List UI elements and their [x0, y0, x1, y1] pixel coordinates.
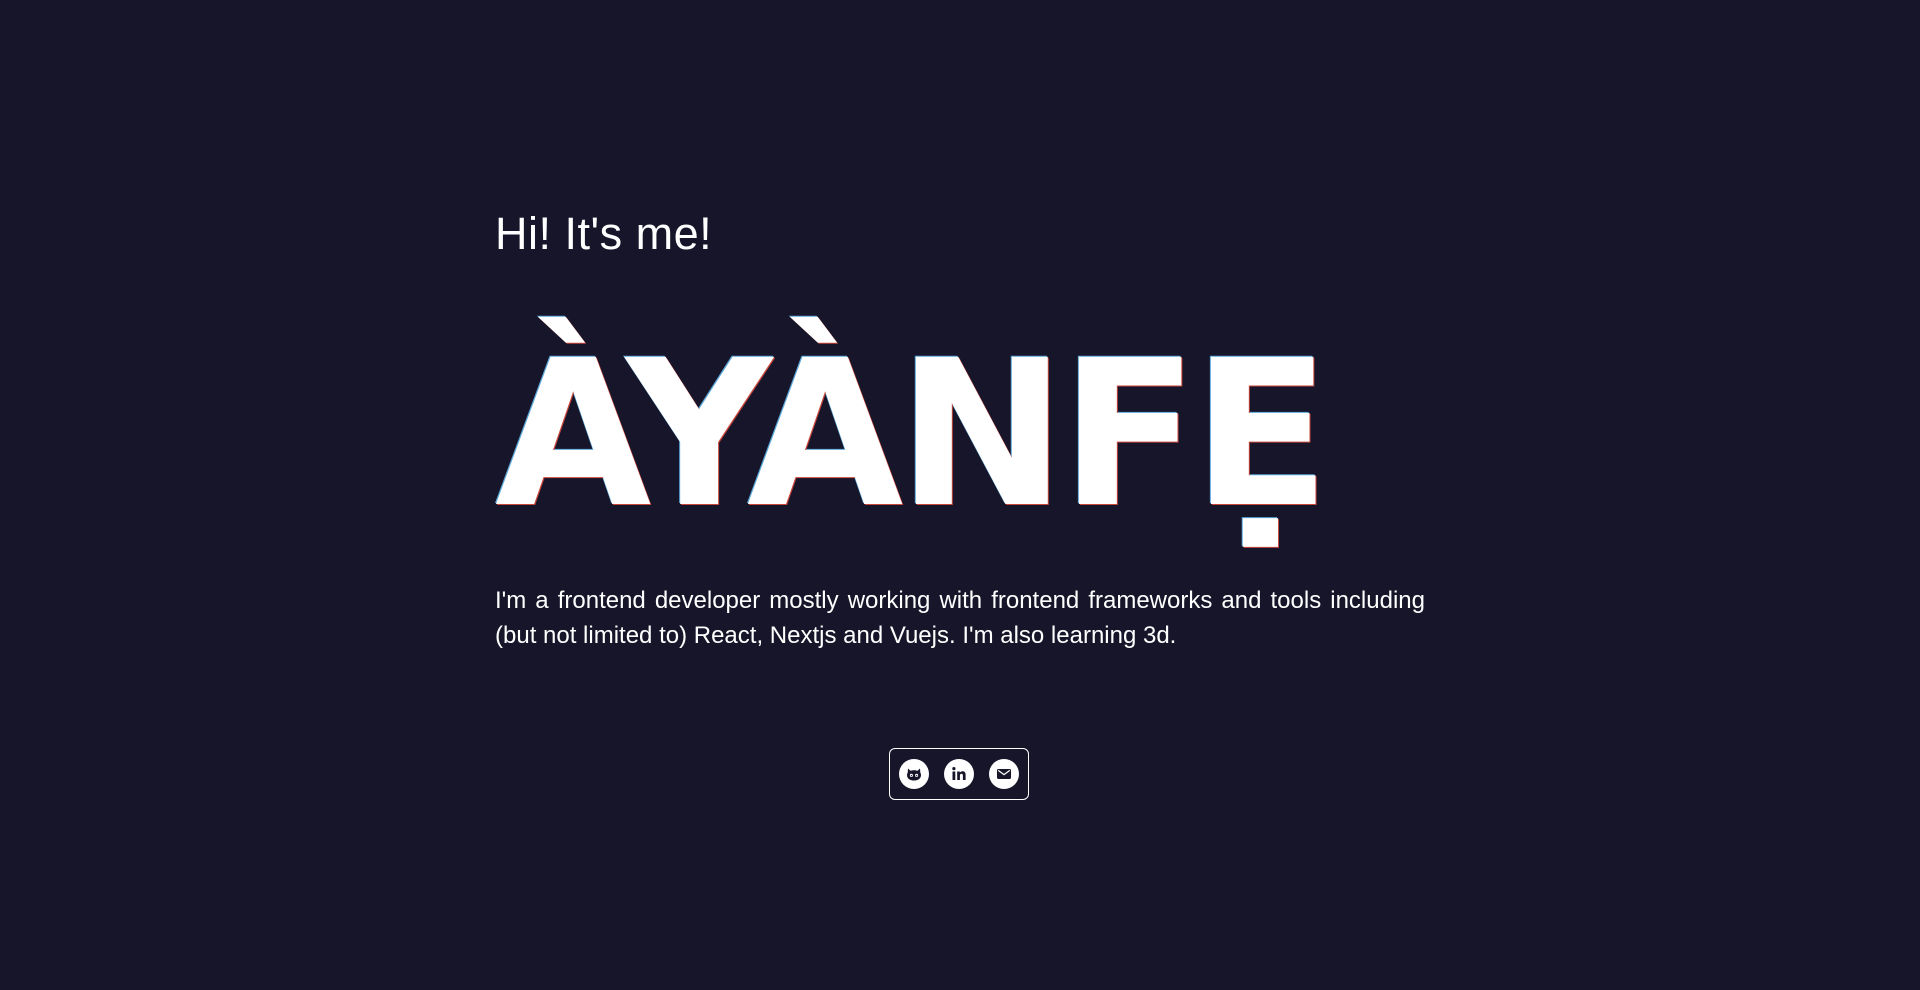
email-link[interactable]: [989, 759, 1019, 789]
hero-section: Hi! It's me! ÀYÀNFẸ I'm a frontend devel…: [495, 205, 1425, 653]
github-icon: [907, 768, 921, 781]
hero-name: ÀYÀNFẸ: [495, 316, 1330, 552]
social-links: [889, 748, 1029, 800]
linkedin-link[interactable]: [944, 759, 974, 789]
bio-text: I'm a frontend developer mostly working …: [495, 587, 1425, 649]
page: Hi! It's me! ÀYÀNFẸ I'm a frontend devel…: [0, 0, 1920, 990]
github-link[interactable]: [899, 759, 929, 789]
mail-icon: [997, 769, 1011, 779]
greeting-text: Hi! It's me!: [495, 208, 713, 259]
linkedin-icon: [952, 767, 966, 780]
